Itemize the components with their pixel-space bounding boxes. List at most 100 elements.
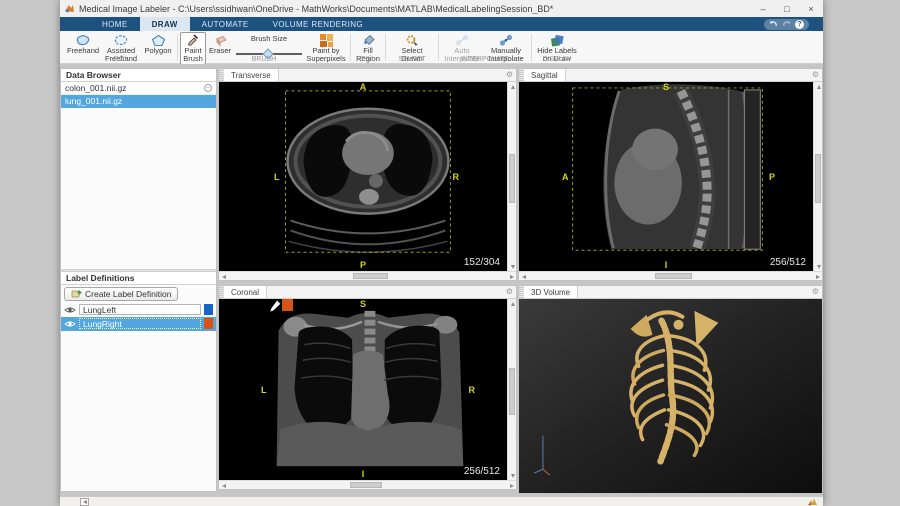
create-label-row: Create Label Definition bbox=[61, 285, 216, 303]
orientation-label-posterior: P bbox=[360, 260, 366, 270]
volume-3d-canvas[interactable] bbox=[519, 299, 822, 493]
orientation-label-right: R bbox=[469, 385, 476, 395]
volume-3d-viewport: 3D Volume ⚙ bbox=[518, 285, 823, 494]
transverse-viewport: Transverse ⚙ bbox=[218, 68, 517, 281]
section-label-interpolate: INTERPOLATE bbox=[441, 56, 529, 63]
coronal-settings-gear-icon[interactable]: ⚙ bbox=[506, 288, 513, 296]
brush-color-preview bbox=[282, 299, 293, 311]
transverse-horizontal-scrollbar[interactable] bbox=[219, 271, 516, 280]
transverse-vertical-scrollbar[interactable] bbox=[507, 82, 516, 271]
coronal-canvas[interactable]: S L R I 256/512 bbox=[219, 299, 507, 480]
slice-indicator: 256/512 bbox=[464, 466, 500, 477]
orientation-label-anterior: A bbox=[562, 172, 569, 182]
volume-3d-tabbar: 3D Volume ⚙ bbox=[519, 286, 822, 299]
eraser-button[interactable]: Eraser bbox=[206, 32, 234, 56]
ribbon-separator bbox=[350, 34, 351, 61]
sagittal-viewport: Sagittal ⚙ bbox=[518, 68, 823, 281]
data-browser-empty bbox=[61, 108, 216, 269]
orientation-label-left: L bbox=[261, 385, 267, 395]
polygon-button[interactable]: Polygon bbox=[141, 32, 175, 56]
sagittal-horizontal-scrollbar[interactable] bbox=[519, 271, 822, 280]
main-content: Data Browser colon_001.nii.gz – lung_001… bbox=[60, 64, 823, 496]
undo-icon[interactable] bbox=[769, 20, 778, 28]
create-label-definition-button[interactable]: Create Label Definition bbox=[64, 287, 178, 301]
sagittal-vertical-scrollbar[interactable] bbox=[813, 82, 822, 271]
ribbon-group-interpolate: Auto Interpolate Manually Interpolate IN… bbox=[441, 32, 529, 63]
label-name-field[interactable]: LungLeft bbox=[79, 304, 201, 315]
status-bar bbox=[60, 496, 823, 506]
title-bar: Medical Image Labeler - C:\Users\ssidhwa… bbox=[60, 0, 823, 17]
quick-access-toolbar: ? bbox=[764, 19, 809, 30]
label-row-lungleft[interactable]: LungLeft bbox=[61, 303, 216, 317]
transverse-tab[interactable]: Transverse bbox=[224, 69, 279, 81]
remove-data-icon[interactable]: – bbox=[204, 84, 212, 92]
orientation-label-inferior: I bbox=[362, 469, 365, 479]
redo-icon[interactable] bbox=[782, 20, 791, 28]
transverse-settings-gear-icon[interactable]: ⚙ bbox=[506, 71, 513, 79]
ribbon-group-select: Select Drawn Region SELECT bbox=[388, 32, 436, 63]
orientation-label-anterior: A bbox=[360, 82, 367, 92]
orientation-label-inferior: I bbox=[665, 260, 668, 270]
collapse-panel-icon[interactable] bbox=[80, 498, 89, 506]
tab-draw[interactable]: DRAW bbox=[140, 17, 190, 31]
left-panel: Data Browser colon_001.nii.gz – lung_001… bbox=[60, 68, 217, 492]
minimize-button[interactable]: – bbox=[751, 4, 775, 14]
section-label-select: SELECT bbox=[388, 56, 436, 63]
create-label-icon bbox=[71, 288, 82, 299]
brush-size-slider: Brush Size bbox=[234, 32, 304, 59]
transverse-tabbar: Transverse ⚙ bbox=[219, 69, 516, 82]
ribbon-group-brush: Paint Brush Eraser Brush Size bbox=[180, 32, 348, 63]
visibility-eye-icon[interactable] bbox=[64, 320, 76, 328]
ribbon-tabstrip: HOME DRAW AUTOMATE VOLUME RENDERING ? bbox=[60, 17, 823, 31]
section-label-display: DISPLAY bbox=[534, 56, 580, 63]
coronal-vertical-scrollbar[interactable] bbox=[507, 299, 516, 480]
label-color-swatch[interactable] bbox=[204, 318, 213, 329]
volume-3d-tab[interactable]: 3D Volume bbox=[524, 286, 578, 298]
maximize-button[interactable]: □ bbox=[775, 4, 799, 14]
transverse-canvas[interactable]: A L R P 152/304 bbox=[219, 82, 507, 271]
help-icon[interactable]: ? bbox=[795, 20, 804, 29]
freehand-button[interactable]: Freehand bbox=[65, 32, 101, 56]
tab-volume-rendering[interactable]: VOLUME RENDERING bbox=[261, 17, 375, 31]
section-label-brush: BRUSH bbox=[180, 56, 348, 63]
ribbon-group-roi: Freehand Assisted Freehand Polygon ROI bbox=[65, 32, 175, 63]
window-title: Medical Image Labeler - C:\Users\ssidhwa… bbox=[79, 4, 751, 14]
ribbon-separator bbox=[531, 34, 532, 61]
sagittal-tab[interactable]: Sagittal bbox=[524, 69, 566, 81]
app-window: Medical Image Labeler - C:\Users\ssidhwa… bbox=[60, 0, 823, 506]
ribbon-group-display: Hide Labels on Draw DISPLAY bbox=[534, 32, 580, 63]
tab-automate[interactable]: AUTOMATE bbox=[190, 17, 261, 31]
label-row-lungright[interactable]: LungRight bbox=[61, 317, 216, 331]
slice-indicator: 152/304 bbox=[464, 257, 500, 268]
coronal-tabbar: Coronal ⚙ bbox=[219, 286, 516, 299]
label-definitions-empty bbox=[61, 331, 216, 492]
visibility-eye-icon[interactable] bbox=[64, 306, 76, 314]
ribbon-separator bbox=[177, 34, 178, 61]
coronal-viewport: Coronal ⚙ bbox=[218, 285, 517, 490]
sagittal-tabbar: Sagittal ⚙ bbox=[519, 69, 822, 82]
transverse-ct-image bbox=[219, 82, 507, 271]
label-name-field[interactable]: LungRight bbox=[79, 318, 201, 329]
sagittal-settings-gear-icon[interactable]: ⚙ bbox=[812, 71, 819, 79]
paint-brush-cursor-icon bbox=[267, 299, 282, 314]
data-item-lung[interactable]: lung_001.nii.gz bbox=[61, 95, 216, 108]
ribbon-separator bbox=[385, 34, 386, 61]
label-color-swatch[interactable] bbox=[204, 304, 213, 315]
data-browser-header: Data Browser bbox=[61, 69, 216, 82]
desktop: Medical Image Labeler - C:\Users\ssidhwa… bbox=[0, 0, 900, 506]
data-item-colon[interactable]: colon_001.nii.gz – bbox=[61, 82, 216, 95]
tab-home[interactable]: HOME bbox=[90, 17, 140, 31]
sagittal-canvas[interactable]: S A P I 256/512 bbox=[519, 82, 813, 271]
mathworks-membrane-icon bbox=[808, 498, 817, 506]
volume-3d-render bbox=[519, 299, 822, 493]
volume-3d-settings-gear-icon[interactable]: ⚙ bbox=[812, 288, 819, 296]
orientation-label-superior: S bbox=[360, 299, 366, 309]
ribbon-group-fill: Fill Region FILL bbox=[353, 32, 383, 63]
brush-size-label: Brush Size bbox=[251, 34, 287, 43]
close-button[interactable]: × bbox=[799, 4, 823, 14]
slice-indicator: 256/512 bbox=[770, 257, 806, 268]
orientation-label-right: R bbox=[453, 172, 460, 182]
coronal-horizontal-scrollbar[interactable] bbox=[219, 480, 516, 489]
viewport-area: Transverse ⚙ bbox=[218, 64, 823, 496]
coronal-tab[interactable]: Coronal bbox=[224, 286, 267, 298]
